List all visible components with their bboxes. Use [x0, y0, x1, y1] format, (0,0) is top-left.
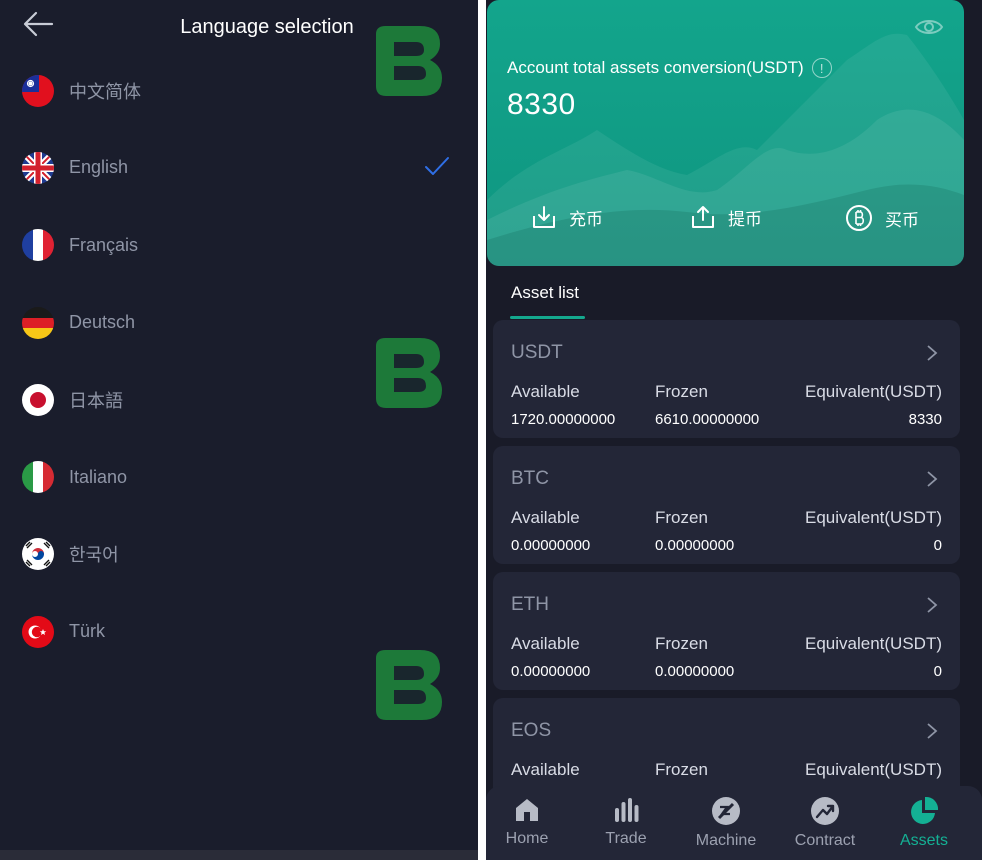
equivalent-value: 0 — [933, 537, 942, 554]
language-label: Deutsch — [69, 312, 136, 333]
chevron-right-icon — [927, 471, 938, 487]
language-item-korean[interactable]: 한국어 — [0, 516, 478, 593]
screenshot-root: Language selection 中文简体 English Français… — [0, 0, 982, 860]
language-label: 한국어 — [69, 545, 119, 566]
language-label: 中文简体 — [69, 81, 141, 102]
asset-name: EOS — [511, 720, 552, 741]
equivalent-header: Equivalent(USDT) — [805, 382, 942, 401]
available-header: Available — [511, 760, 580, 779]
chevron-right-icon — [927, 345, 938, 361]
frozen-header: Frozen — [655, 760, 708, 779]
total-assets-label-text: Account total assets conversion(USDT) — [507, 58, 804, 77]
language-label: English — [69, 157, 129, 178]
tab-active-underline — [510, 316, 585, 319]
japan-flag-icon — [22, 383, 54, 416]
home-icon — [516, 799, 538, 821]
language-item-english[interactable]: English — [0, 129, 478, 206]
turkey-flag-icon — [22, 615, 54, 648]
available-header: Available — [511, 634, 580, 653]
frozen-header: Frozen — [655, 382, 708, 401]
eye-icon[interactable] — [914, 16, 944, 38]
germany-flag-icon — [22, 306, 54, 339]
bottom-nav-bar: Home Trade Machine Contract Assets — [486, 786, 982, 860]
language-item-german[interactable]: Deutsch — [0, 284, 478, 361]
contract-icon — [811, 797, 839, 825]
language-item-french[interactable]: Français — [0, 207, 478, 284]
asset-card-btc[interactable]: BTC Available Frozen Equivalent(USDT) 0.… — [493, 446, 960, 564]
available-value: 1720.00000000 — [511, 411, 616, 428]
deposit-label: 充币 — [569, 209, 603, 229]
nav-machine[interactable]: Machine — [681, 786, 771, 860]
bottom-strip — [0, 850, 478, 860]
nav-label: Home — [505, 830, 549, 847]
equivalent-header: Equivalent(USDT) — [805, 760, 942, 779]
uk-flag-icon — [22, 151, 54, 184]
assets-screen: Account total assets conversion(USDT) ! … — [486, 0, 982, 860]
trade-icon — [615, 798, 639, 822]
nav-label: Assets — [899, 832, 948, 849]
total-assets-card: Account total assets conversion(USDT) ! … — [487, 0, 964, 266]
france-flag-icon — [22, 229, 54, 262]
equivalent-value: 0 — [933, 663, 942, 680]
language-label: Italiano — [69, 466, 128, 487]
available-value: 0.00000000 — [511, 537, 591, 554]
frozen-header: Frozen — [655, 634, 708, 653]
available-header: Available — [511, 508, 580, 527]
available-header: Available — [511, 382, 580, 401]
withdraw-icon — [692, 206, 714, 228]
equivalent-header: Equivalent(USDT) — [805, 634, 942, 653]
chevron-right-icon — [927, 723, 938, 739]
deposit-button[interactable]: 充币 — [531, 204, 603, 230]
page-title: Language selection — [180, 16, 354, 38]
nav-label: Contract — [794, 832, 856, 849]
bitcoin-icon — [846, 205, 872, 231]
buy-coin-button[interactable]: 买币 — [845, 204, 919, 232]
frozen-value: 0.00000000 — [655, 537, 735, 554]
equivalent-header: Equivalent(USDT) — [805, 508, 942, 527]
available-value: 0.00000000 — [511, 663, 591, 680]
language-label: Français — [69, 234, 139, 255]
selected-check-icon — [424, 155, 450, 177]
language-item-japanese[interactable]: 日本語 — [0, 361, 478, 438]
asset-name: USDT — [511, 342, 563, 363]
asset-card-eth[interactable]: ETH Available Frozen Equivalent(USDT) 0.… — [493, 572, 960, 690]
asset-name: BTC — [511, 468, 549, 489]
language-item-chinese[interactable]: 中文简体 — [0, 52, 478, 129]
language-item-turkish[interactable]: Türk — [0, 593, 478, 670]
language-selection-screen: Language selection 中文简体 English Français… — [0, 0, 478, 860]
frozen-header: Frozen — [655, 508, 708, 527]
total-assets-value: 8330 — [507, 88, 576, 121]
frozen-value: 0.00000000 — [655, 663, 735, 680]
tab-asset-list[interactable]: Asset list — [511, 283, 579, 303]
nav-home[interactable]: Home — [486, 786, 572, 860]
assets-pie-icon — [911, 796, 939, 824]
equivalent-value: 8330 — [908, 411, 942, 428]
total-assets-label: Account total assets conversion(USDT) ! — [507, 58, 832, 78]
taiwan-flag-icon — [22, 74, 54, 107]
buy-coin-label: 买币 — [885, 210, 919, 230]
asset-name: ETH — [511, 594, 549, 615]
chevron-right-icon — [927, 597, 938, 613]
nav-assets[interactable]: Assets — [879, 786, 969, 860]
language-list: 中文简体 English Français Deutsch 日本語 Italia… — [0, 52, 478, 670]
withdraw-label: 提币 — [728, 209, 762, 229]
nav-label: Machine — [695, 832, 757, 849]
language-label: 日本語 — [69, 390, 123, 411]
machine-icon — [712, 797, 740, 825]
asset-card-usdt[interactable]: USDT Available Frozen Equivalent(USDT) 1… — [493, 320, 960, 438]
nav-contract[interactable]: Contract — [780, 786, 870, 860]
card-actions: 充币 提币 买币 — [487, 204, 964, 244]
frozen-value: 6610.00000000 — [655, 411, 760, 428]
language-label: Türk — [69, 621, 105, 642]
italy-flag-icon — [22, 461, 54, 494]
language-item-italian[interactable]: Italiano — [0, 438, 478, 515]
nav-trade[interactable]: Trade — [581, 786, 671, 860]
withdraw-button[interactable]: 提币 — [690, 204, 762, 230]
korea-flag-icon — [22, 538, 54, 571]
deposit-icon — [533, 206, 555, 228]
info-icon[interactable]: ! — [811, 58, 832, 78]
nav-label: Trade — [605, 830, 647, 847]
